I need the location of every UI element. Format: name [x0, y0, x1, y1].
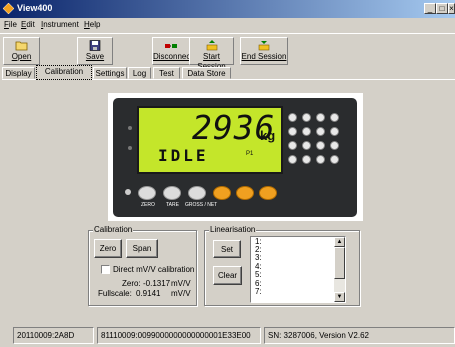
- fullscale-value: 0.9141: [136, 289, 161, 298]
- weight-unit: kg: [260, 128, 276, 143]
- session-start-icon: [206, 40, 217, 51]
- zero-label: Zero:: [122, 279, 141, 288]
- tare-key-label: TARE: [166, 202, 179, 208]
- keypad-key[interactable]: [288, 155, 297, 164]
- save-button[interactable]: Save: [77, 37, 113, 65]
- close-button[interactable]: ×: [448, 3, 455, 14]
- numeric-keypad: [288, 113, 348, 173]
- zero-value: -0.1317: [143, 279, 171, 288]
- keypad-key[interactable]: [330, 155, 339, 164]
- scroll-down-button[interactable]: ▼: [334, 292, 345, 302]
- linearisation-group-title: Linearisation: [209, 225, 257, 234]
- zero-key-label: ZERO: [141, 202, 155, 208]
- list-item[interactable]: 5:: [255, 271, 262, 279]
- function-key-3[interactable]: [259, 186, 277, 200]
- keypad-key[interactable]: [302, 127, 311, 136]
- tab-settings[interactable]: Settings: [93, 67, 127, 79]
- linearisation-list[interactable]: 1: 2: 3: 4: 5: 6: 7: ▲ ▼: [250, 236, 346, 303]
- tab-display[interactable]: Display: [2, 67, 35, 79]
- disconnect-button[interactable]: Disconnect: [152, 37, 193, 65]
- app-logo-icon: [3, 3, 14, 14]
- direct-mvv-checkbox[interactable]: [101, 265, 110, 274]
- menu-edit[interactable]: Edit: [21, 20, 35, 29]
- title-bar: [0, 0, 455, 18]
- keypad-key[interactable]: [316, 127, 325, 136]
- keypad-key[interactable]: [330, 113, 339, 122]
- calibration-group-title: Calibration: [93, 225, 134, 234]
- tab-test[interactable]: Test: [153, 67, 180, 79]
- tab-log[interactable]: Log: [128, 67, 151, 79]
- keypad-key[interactable]: [288, 113, 297, 122]
- indicator-led: [128, 146, 132, 150]
- open-button[interactable]: Open: [3, 37, 40, 65]
- window-title: View400: [17, 3, 53, 13]
- annunciator: P1: [246, 151, 254, 157]
- keypad-key[interactable]: [316, 155, 325, 164]
- function-key-2[interactable]: [236, 186, 254, 200]
- status-device-id: 20110009:2A8D: [13, 327, 94, 344]
- status-hex-code: 81110009:0099000000000000001E33E00: [97, 327, 261, 344]
- folder-open-icon: [15, 41, 27, 51]
- list-item[interactable]: 7:: [255, 288, 262, 296]
- keypad-key[interactable]: [302, 155, 311, 164]
- maximize-button[interactable]: □: [436, 3, 448, 14]
- span-button[interactable]: Span: [126, 239, 158, 258]
- status-serial-version: SN: 3287006, Version V2.62: [264, 327, 455, 344]
- tab-calibration[interactable]: Calibration: [36, 65, 92, 80]
- zero-button[interactable]: Zero: [94, 239, 122, 258]
- gross-net-key-label: GROSS / NET: [185, 202, 218, 208]
- set-button[interactable]: Set: [213, 240, 241, 258]
- direct-mvv-label: Direct mV/V calibration: [113, 265, 195, 274]
- keypad-key[interactable]: [330, 127, 339, 136]
- keypad-key[interactable]: [288, 127, 297, 136]
- keypad-key[interactable]: [330, 141, 339, 150]
- indicator-led: [128, 126, 132, 130]
- fullscale-unit: mV/V: [171, 289, 191, 298]
- keypad-key[interactable]: [288, 141, 297, 150]
- zero-unit: mV/V: [171, 279, 191, 288]
- start-session-button[interactable]: Start Session: [189, 37, 234, 71]
- function-key-1[interactable]: [213, 186, 231, 200]
- scroll-up-button[interactable]: ▲: [334, 237, 345, 247]
- status-readout: IDLE: [158, 146, 209, 165]
- keypad-key[interactable]: [302, 113, 311, 122]
- clear-button[interactable]: Clear: [213, 266, 242, 285]
- end-session-button[interactable]: End Session: [240, 37, 288, 65]
- menu-file[interactable]: File: [4, 20, 17, 29]
- scroll-thumb[interactable]: [334, 247, 345, 279]
- gross-net-key[interactable]: [188, 186, 206, 200]
- session-end-icon: [258, 41, 270, 51]
- disconnect-plug-icon: [165, 44, 177, 48]
- keypad-key[interactable]: [316, 113, 325, 122]
- power-key[interactable]: [125, 189, 131, 195]
- tare-key[interactable]: [163, 186, 181, 200]
- fullscale-label: Fullscale:: [98, 289, 132, 298]
- menu-help[interactable]: Help: [84, 20, 100, 29]
- minimize-button[interactable]: _: [424, 3, 436, 14]
- zero-key[interactable]: [138, 186, 156, 200]
- floppy-disk-icon: [89, 40, 101, 51]
- menu-instrument[interactable]: Instrument: [41, 20, 79, 29]
- keypad-key[interactable]: [316, 141, 325, 150]
- tab-data-store[interactable]: Data Store: [182, 67, 231, 79]
- keypad-key[interactable]: [302, 141, 311, 150]
- list-item[interactable]: 3:: [255, 254, 262, 262]
